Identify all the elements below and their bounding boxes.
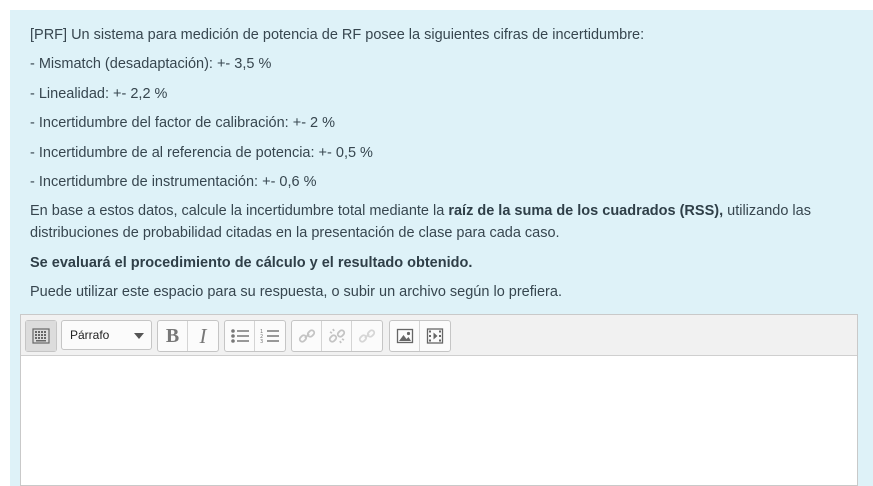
hint-text: Puede utilizar este espacio para su resp… [30,284,562,301]
uncertainty-item: - Mismatch (desadaptación): +- 3,5 % [30,56,272,73]
anchor-button[interactable] [352,321,382,351]
toggle-group [25,320,57,352]
bold-icon: B [165,324,180,347]
italic-button[interactable]: I [188,321,218,351]
toolbar-toggle-button[interactable] [26,321,56,351]
numbered-list-icon: 123 [260,329,279,345]
text-style-group: B I [157,320,219,352]
bullet-list-button[interactable] [225,321,255,351]
svg-text:3: 3 [260,339,263,345]
answer-editor: Párrafo B I 123 [20,314,858,486]
paragraph-format-select[interactable]: Párrafo [61,320,152,350]
uncertainty-item: - Incertidumbre del factor de calibració… [30,115,336,132]
question-intro: [PRF] Un sistema para medición de potenc… [30,27,645,43]
unlink-button[interactable] [322,321,352,351]
uncertainty-item: - Incertidumbre de al referencia de pote… [30,144,373,161]
link-button[interactable] [292,321,322,351]
unlink-icon [328,328,345,344]
media-group [389,320,451,352]
list-group: 123 [224,320,286,352]
image-icon [396,328,413,344]
toolbar-toggle-icon [32,328,50,344]
editor-content-area[interactable] [21,356,857,485]
italic-icon: I [199,323,207,348]
bold-button[interactable]: B [158,321,188,351]
question-text: [PRF] Un sistema para medición de potenc… [30,24,860,311]
link-group [291,320,383,352]
insert-media-button[interactable] [420,321,450,351]
link-icon [298,329,315,343]
evaluation-note: Se evaluará el procedimiento de cálculo … [30,254,473,271]
numbered-list-button[interactable]: 123 [255,321,285,351]
uncertainty-item: - Linealidad: +- 2,2 % [30,85,168,102]
bullet-list-icon [230,329,249,343]
editor-toolbar: Párrafo B I 123 [21,315,857,356]
chevron-down-icon [134,333,144,339]
anchor-icon [358,329,376,343]
insert-image-button[interactable] [390,321,420,351]
uncertainty-item: - Incertidumbre de instrumentación: +- 0… [30,173,317,190]
rss-emphasis: raíz de la suma de los cuadrados (RSS), [448,203,724,220]
paragraph-format-value: Párrafo [70,328,110,342]
instruction-paragraph: En base a estos datos, calcule la incert… [30,203,811,242]
media-icon [426,328,444,344]
